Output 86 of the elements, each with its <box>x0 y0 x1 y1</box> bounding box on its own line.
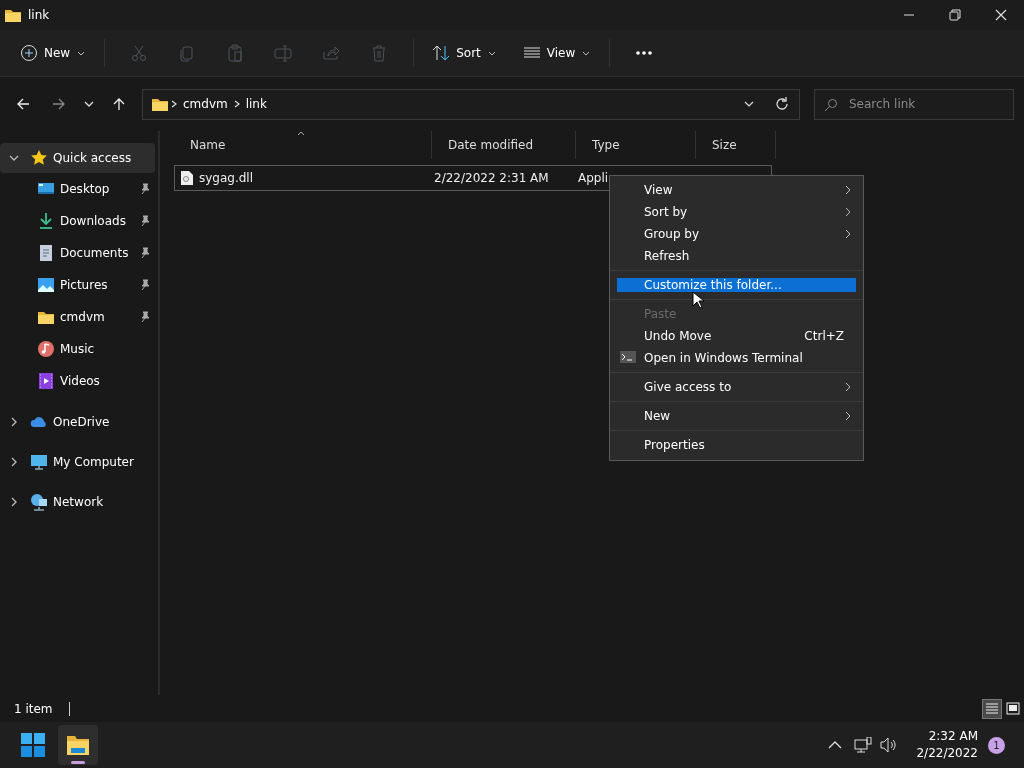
plus-icon <box>20 44 38 62</box>
sidebar-label: Videos <box>60 374 100 388</box>
menu-item[interactable]: New <box>617 405 856 427</box>
menu-item[interactable]: Give access to <box>617 376 856 398</box>
sidebar-item[interactable]: cmdvm <box>0 301 155 333</box>
music-icon <box>37 340 55 358</box>
sidebar-item[interactable]: Pictures <box>0 269 155 301</box>
sort-button[interactable]: Sort <box>424 36 505 70</box>
sidebar-label: cmdvm <box>60 310 105 324</box>
sidebar-label: Network <box>53 495 104 509</box>
rename-icon <box>274 44 293 62</box>
sidebar-label: Pictures <box>60 278 108 292</box>
menu-item[interactable]: Undo Move Ctrl+Z <box>617 325 856 347</box>
sidebar-item[interactable]: Downloads <box>0 205 155 237</box>
file-date: 2/22/2022 2:31 AM <box>434 171 550 185</box>
tiles-icon <box>1006 701 1020 716</box>
monitor-icon <box>30 453 48 471</box>
folder-icon <box>66 734 90 756</box>
sidebar-item[interactable]: OneDrive <box>0 407 155 437</box>
address-bar[interactable]: cmdvm link <box>142 88 800 120</box>
clock-date: 2/22/2022 <box>916 745 978 762</box>
sidebar-item[interactable]: Quick access <box>0 143 155 173</box>
arrow-left-icon <box>16 97 30 111</box>
column-header[interactable]: Type <box>576 131 696 159</box>
window-title: link <box>28 8 51 22</box>
sidebar-item[interactable]: Network <box>0 487 155 517</box>
share-icon <box>322 44 341 62</box>
sidebar-label: Desktop <box>60 182 110 196</box>
terminal-icon <box>620 351 636 363</box>
view-button[interactable]: View <box>514 36 600 70</box>
restore-icon <box>949 9 961 21</box>
sort-caret-icon <box>297 131 305 136</box>
sidebar-item[interactable]: Documents <box>0 237 155 269</box>
sidebar-label: Music <box>60 342 95 356</box>
details-icon <box>985 701 999 716</box>
download-icon <box>37 212 55 230</box>
pointer-icon <box>692 291 704 309</box>
picture-icon <box>37 276 55 294</box>
chevron-right-icon <box>169 99 179 109</box>
menu-item[interactable]: Properties <box>617 434 856 456</box>
notification-badge[interactable]: 1 <box>988 736 1005 754</box>
sidebar-item[interactable]: Videos <box>0 365 155 397</box>
scissors-icon <box>130 44 149 62</box>
menu-item[interactable]: Open in Windows Terminal <box>617 347 856 369</box>
search-field[interactable]: Search link <box>814 88 1014 120</box>
document-icon <box>37 244 55 262</box>
video-icon <box>37 372 55 390</box>
sort-icon <box>432 44 451 62</box>
clock[interactable]: 2:32 AM 2/22/2022 <box>916 728 978 762</box>
more-icon <box>635 50 654 56</box>
windows-logo-icon <box>21 733 45 757</box>
speaker-icon[interactable] <box>880 737 899 753</box>
sidebar-label: Quick access <box>53 151 132 165</box>
view-mode-button[interactable] <box>982 698 1002 719</box>
clock-time: 2:32 AM <box>928 728 978 745</box>
taskbar-app[interactable] <box>58 725 98 765</box>
sidebar-label: Documents <box>60 246 129 260</box>
sidebar-item[interactable]: Music <box>0 333 155 365</box>
sidebar-label: OneDrive <box>53 415 110 429</box>
network-icon[interactable] <box>854 737 873 753</box>
file-name: sygag.dll <box>199 171 255 185</box>
close-icon <box>995 9 1007 21</box>
menu-item[interactable]: Refresh <box>617 245 856 267</box>
menu-item[interactable]: Group by <box>617 223 856 245</box>
new-button[interactable]: New <box>12 36 95 70</box>
column-header[interactable]: Size <box>696 131 776 159</box>
chevron-up-icon[interactable] <box>828 740 843 750</box>
column-header[interactable]: Name <box>174 131 432 159</box>
breadcrumb[interactable]: cmdvm <box>179 97 232 111</box>
sidebar-item[interactable]: My Computer <box>0 447 155 477</box>
column-header[interactable]: Date modified <box>432 131 576 159</box>
star-icon <box>30 149 48 167</box>
sidebar-label: Downloads <box>60 214 126 228</box>
file-icon <box>180 170 194 186</box>
refresh-icon[interactable] <box>775 97 789 111</box>
menu-item[interactable]: Sort by <box>617 201 856 223</box>
search-icon <box>824 97 838 112</box>
arrow-up-icon <box>112 97 126 111</box>
breadcrumb[interactable]: link <box>241 97 271 111</box>
file-type: Appli <box>578 171 609 185</box>
sidebar-item[interactable]: Desktop <box>0 173 155 205</box>
item-count: 1 item <box>14 701 53 716</box>
arrow-right-icon <box>52 97 66 111</box>
clipboard-icon <box>226 44 245 62</box>
sidebar-label: My Computer <box>53 455 134 469</box>
network-icon <box>30 493 48 511</box>
